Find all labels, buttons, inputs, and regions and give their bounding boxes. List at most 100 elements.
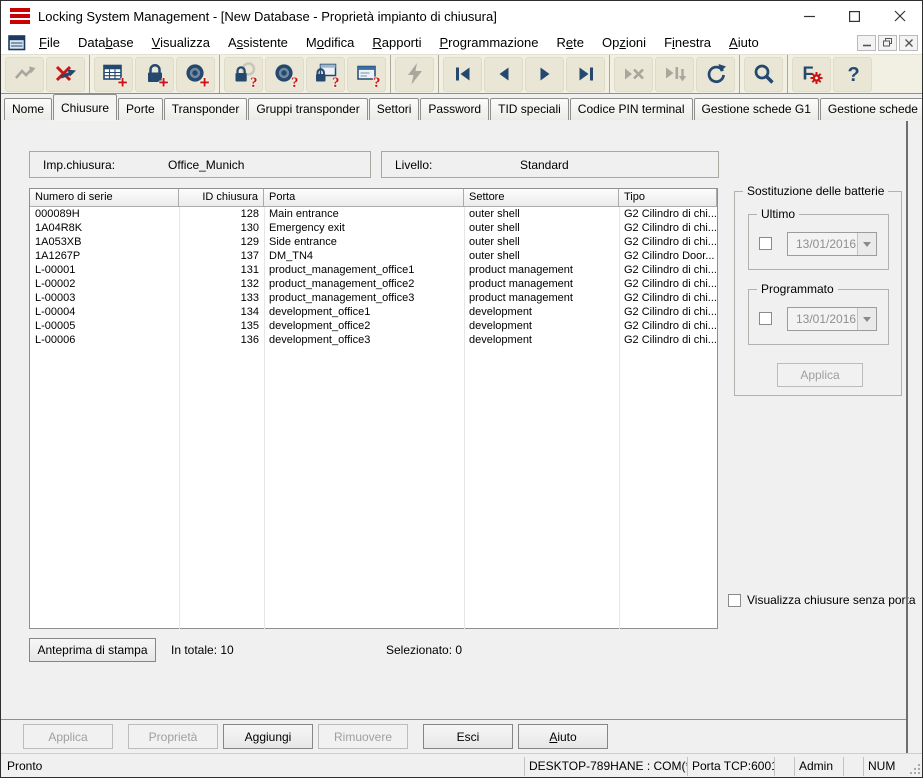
chevron-down-icon xyxy=(863,241,871,247)
scheduled-replacement-checkbox[interactable] xyxy=(759,312,772,325)
read-lock-window-button[interactable]: ? xyxy=(306,56,345,92)
previous-record-button[interactable] xyxy=(484,56,523,92)
resize-grip-icon xyxy=(910,763,920,774)
read-transponder-button[interactable]: ? xyxy=(265,56,304,92)
table-row[interactable]: 000089H 128 Main entrance outer shell G2 Cil… xyxy=(30,207,717,221)
scheduled-replacement-date-select[interactable]: 13/01/2016 xyxy=(787,307,877,331)
propriet--button: Proprietà xyxy=(128,724,218,749)
table-row[interactable]: L-00004 134 development_office1 development… xyxy=(30,305,717,319)
menu-file[interactable]: File xyxy=(30,33,69,52)
tab-password[interactable]: Password xyxy=(420,98,490,120)
locks-table-body: 000089H 128 Main entrance outer shell G2 Cil… xyxy=(30,207,717,629)
read-window-icon: ? xyxy=(354,61,381,91)
cell-porta: Main entrance xyxy=(269,208,339,220)
menu-rete[interactable]: Rete xyxy=(548,33,593,52)
show-locks-without-door-option: Visualizza chiusure senza porta xyxy=(728,593,916,607)
menu-rapporti[interactable]: Rapporti xyxy=(363,33,430,52)
cell-numero-di-serie: L-00002 xyxy=(35,278,76,290)
next-record-button[interactable] xyxy=(525,56,564,92)
maximize-button[interactable] xyxy=(832,1,877,31)
table-row[interactable]: 1A053XB 129 Side entrance outer shell G2 Cil… xyxy=(30,235,717,249)
table-row[interactable]: 1A04R8K 130 Emergency exit outer shell G2 Ci… xyxy=(30,221,717,235)
menu-modifica[interactable]: Modifica xyxy=(297,33,363,52)
menu-database[interactable]: Database xyxy=(69,33,143,52)
column-header-numero-di-serie[interactable]: Numero di serie xyxy=(30,189,179,206)
tab-gestione-schede-g1[interactable]: Gestione schede G1 xyxy=(693,98,819,120)
resize-grip[interactable] xyxy=(906,757,922,776)
table-row[interactable]: 1A1267P 137 DM_TN4 outer shell G2 Cilindro D… xyxy=(30,249,717,263)
tab-chiusure[interactable]: Chiusure xyxy=(53,94,118,120)
menu-visualizza[interactable]: Visualizza xyxy=(143,33,219,52)
show-locks-without-door-checkbox[interactable] xyxy=(728,593,741,607)
help-button[interactable]: ? xyxy=(833,56,872,92)
new-transponder-icon: + xyxy=(183,61,210,91)
mdi-restore-button[interactable] xyxy=(878,34,897,51)
toolbar-separator xyxy=(609,55,610,93)
table-row[interactable]: L-00006 136 development_office3 development… xyxy=(30,333,717,347)
search-button[interactable] xyxy=(744,56,783,92)
menu-opzioni[interactable]: Opzioni xyxy=(593,33,655,52)
read-window-button[interactable]: ? xyxy=(347,56,386,92)
mdi-close-button[interactable] xyxy=(899,34,918,51)
esci-button[interactable]: Esci xyxy=(423,724,513,749)
dropdown-arrow-button[interactable] xyxy=(857,308,876,330)
aggiungi-button[interactable]: Aggiungi xyxy=(223,724,313,749)
first-record-button[interactable] xyxy=(443,56,482,92)
refresh-button[interactable] xyxy=(696,56,735,92)
last-replacement-date-select[interactable]: 13/01/2016 xyxy=(787,232,877,256)
question-overlay-icon: ? xyxy=(332,75,340,91)
window-inner-border xyxy=(906,121,908,753)
column-header-tipo[interactable]: Tipo xyxy=(619,189,717,206)
column-header-id-chiusura[interactable]: ID chiusura xyxy=(179,189,264,206)
last-replacement-checkbox[interactable] xyxy=(759,237,772,250)
menu-assistente[interactable]: Assistente xyxy=(219,33,297,52)
filter-settings-button[interactable]: F xyxy=(792,56,831,92)
cell-id-chiusura: 133 xyxy=(240,292,259,304)
tab-transponder[interactable]: Transponder xyxy=(163,98,248,120)
dropdown-arrow-button[interactable] xyxy=(857,233,876,255)
print-preview-button[interactable]: Anteprima di stampa xyxy=(29,638,156,662)
close-button[interactable] xyxy=(877,1,922,31)
cell-porta: product_management_office2 xyxy=(269,278,415,290)
tab-settori[interactable]: Settori xyxy=(368,98,420,120)
new-transponder-button[interactable]: + xyxy=(176,56,215,92)
toolbar-separator xyxy=(787,55,788,93)
tab-codice-pin-terminal[interactable]: Codice PIN terminal xyxy=(569,98,693,120)
next-record-icon xyxy=(532,61,558,87)
tab-page-chiusure: Imp.chiusura: Office_Munich Livello: Sta… xyxy=(1,121,922,753)
battery-apply-button: Applica xyxy=(777,363,863,387)
menu-items: File Database Visualizza Assistente Modifica… xyxy=(30,33,768,52)
column-header-settore[interactable]: Settore xyxy=(464,189,619,206)
locking-system-value: Office_Munich xyxy=(168,157,245,172)
table-row[interactable]: L-00001 131 product_management_office1 prod… xyxy=(30,263,717,277)
mdi-minimize-button[interactable] xyxy=(857,34,876,51)
last-record-button[interactable] xyxy=(566,56,605,92)
battery-replacement-group: Sostituzione delle batterie Ultimo 13/01… xyxy=(734,184,902,396)
cell-tipo: G2 Cilindro di chi... xyxy=(624,278,717,290)
status-cells: DESKTOP-789HANE : COM(*) Porta TCP:6001 Ad… xyxy=(524,756,906,776)
new-lock-button[interactable]: + xyxy=(135,56,174,92)
close-icon xyxy=(894,10,905,22)
aiuto-button[interactable]: Aiuto xyxy=(518,724,608,749)
disconnect-icon xyxy=(53,61,79,87)
column-header-porta[interactable]: Porta xyxy=(264,189,464,206)
table-row[interactable]: L-00005 135 development_office2 development… xyxy=(30,319,717,333)
disconnect-button[interactable] xyxy=(46,56,85,92)
read-lock-button[interactable]: ? xyxy=(224,56,263,92)
window-title: Locking System Management - [New Databas… xyxy=(38,8,497,24)
table-row[interactable]: L-00003 133 product_management_office3 prod… xyxy=(30,291,717,305)
tab-gestione-schede-g2[interactable]: Gestione schede G2 xyxy=(819,98,922,120)
new-locking-plan-button[interactable]: + xyxy=(94,56,133,92)
filter-settings-icon: F xyxy=(799,61,825,87)
table-row[interactable]: L-00002 132 product_management_office2 prod… xyxy=(30,277,717,291)
minimize-button[interactable] xyxy=(787,1,832,31)
menu-programmazione[interactable]: Programmazione xyxy=(431,33,548,52)
tab-gruppi-transponder[interactable]: Gruppi transponder xyxy=(248,98,368,120)
tab-tid-speciali[interactable]: TID speciali xyxy=(490,98,569,120)
menu-aiuto[interactable]: Aiuto xyxy=(720,33,768,52)
cell-settore: product management xyxy=(469,264,573,276)
tab-porte[interactable]: Porte xyxy=(118,98,163,120)
menu-finestra[interactable]: Finestra xyxy=(655,33,720,52)
tab-nome[interactable]: Nome xyxy=(4,98,53,120)
cell-porta: development_office3 xyxy=(269,334,371,346)
